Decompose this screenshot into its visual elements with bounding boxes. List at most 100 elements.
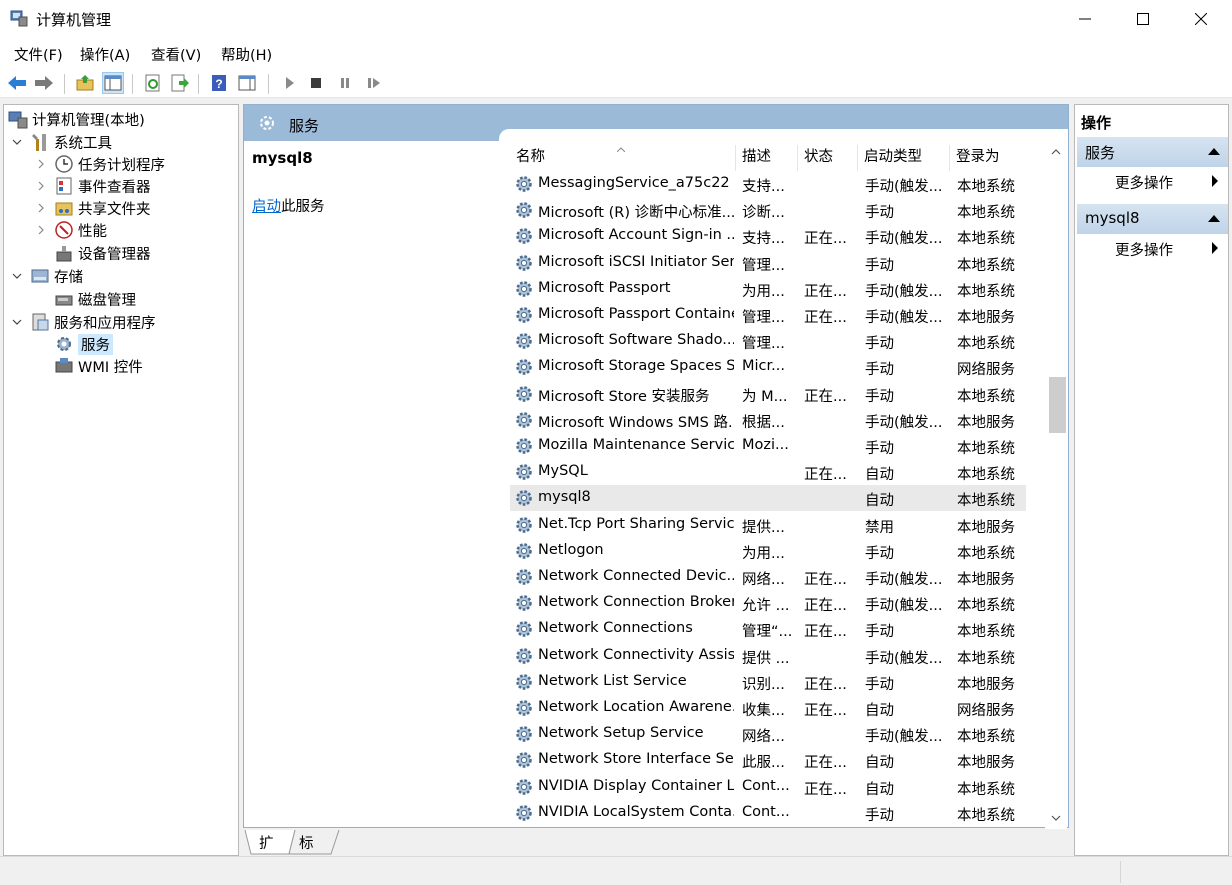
service-row[interactable]: Microsoft Passport 为用... 正在... 手动(触发... 本地系统 [510, 276, 1026, 302]
service-status: 正在... [804, 388, 847, 405]
column-header-startup-type[interactable]: 启动类型 [858, 145, 950, 171]
tree-disk-management[interactable]: 磁盘管理 [54, 288, 136, 310]
service-row[interactable]: Net.Tcp Port Sharing Service 提供... 禁用 本地服务 [510, 512, 1026, 538]
service-row[interactable]: Network Connected Devic... 网络... 正在... 手动(触… [510, 564, 1026, 590]
scrollbar-thumb[interactable] [1049, 377, 1066, 433]
service-row[interactable]: Network Store Interface Se... 此服... 正在... 自… [510, 747, 1026, 773]
close-button[interactable] [1172, 0, 1230, 38]
service-logon: 本地服务 [957, 310, 1015, 326]
column-header-name[interactable]: 名称 [510, 145, 736, 171]
service-row[interactable]: Microsoft Store 安装服务 为 M... 正在... 手动 本地系统 [510, 381, 1026, 407]
service-row[interactable]: Microsoft Storage Spaces S... Micr... 手动 网络… [510, 354, 1026, 380]
minimize-button[interactable] [1056, 0, 1114, 38]
service-startup-type: 自动 [865, 755, 894, 772]
tree-shared-folders[interactable]: 共享文件夹 [54, 197, 151, 219]
service-action: 启动此服务 [252, 195, 325, 216]
chevron-right-icon[interactable] [36, 225, 46, 235]
forward-button[interactable] [33, 72, 55, 94]
service-startup-type: 手动 [865, 205, 894, 222]
service-row[interactable]: Mozilla Maintenance Service Mozi... 手动 本地系统 [510, 433, 1026, 459]
service-row[interactable]: Network Location Awarene... 收集... 正在... 自动 网… [510, 695, 1026, 721]
tree-task-scheduler[interactable]: 任务计划程序 [54, 153, 165, 175]
service-gear-icon [516, 700, 532, 716]
tree-root[interactable]: 计算机管理(本地) [8, 108, 145, 130]
column-header-description[interactable]: 描述 [736, 145, 798, 171]
service-row[interactable]: Network Connection Broker 允许 ... 正在... 手动(触… [510, 590, 1026, 616]
service-description: 根据... [742, 414, 785, 431]
service-row[interactable]: Network List Service 识别... 正在... 手动 本地服务 [510, 669, 1026, 695]
service-description: 网络... [742, 572, 785, 588]
column-header-logon[interactable]: 登录为 [950, 145, 1026, 171]
service-row[interactable]: Microsoft Software Shado... 管理... 手动 本地系统 [510, 328, 1026, 354]
toolbar-separator [64, 74, 65, 94]
more-actions-mysql8[interactable]: 更多操作 [1115, 239, 1173, 260]
start-service-link[interactable]: 启动 [252, 199, 281, 215]
service-startup-type: 禁用 [865, 519, 894, 536]
actions-section-mysql8[interactable]: mysql8 [1077, 204, 1228, 234]
menu-action[interactable]: 操作(A) [80, 44, 130, 65]
shared-folder-icon [55, 202, 73, 216]
chevron-right-icon[interactable] [36, 159, 46, 169]
service-row[interactable]: mysql8 自动 本地系统 [510, 485, 1026, 512]
tree-wmi-control[interactable]: WMI 控件 [54, 355, 143, 377]
column-header-status[interactable]: 状态 [798, 145, 858, 171]
service-name: MySQL [538, 463, 588, 480]
pause-service-button[interactable] [334, 72, 356, 94]
tree-event-viewer[interactable]: 事件查看器 [54, 175, 151, 197]
service-row[interactable]: Microsoft Account Sign-in ... 支持... 正在... 手… [510, 223, 1026, 249]
service-row[interactable]: Microsoft Passport Container 管理... 正在... 手动… [510, 302, 1026, 328]
chevron-down-icon[interactable] [12, 271, 22, 281]
minimize-icon [1079, 18, 1091, 20]
stop-service-button[interactable] [305, 72, 327, 94]
export-button[interactable] [169, 72, 191, 94]
service-description: 收集... [742, 703, 785, 719]
service-row[interactable]: MySQL 正在... 自动 本地系统 [510, 459, 1026, 485]
chevron-right-icon[interactable] [36, 181, 46, 191]
service-description: 为用... [742, 283, 785, 300]
service-row[interactable]: Network Connections 管理“... 正在... 手动 本地系统 [510, 616, 1026, 642]
service-row[interactable]: NVIDIA Display Container LS Cont... 正在... 自… [510, 774, 1026, 800]
chevron-down-icon[interactable] [12, 317, 22, 327]
tree-system-tools[interactable]: 系统工具 [30, 131, 112, 153]
chevron-down-icon[interactable] [12, 137, 22, 147]
service-status: 正在... [804, 755, 847, 772]
start-service-button[interactable] [278, 72, 300, 94]
maximize-button[interactable] [1114, 0, 1172, 38]
menu-help[interactable]: 帮助(H) [221, 44, 272, 65]
service-row[interactable]: Netlogon 为用... 手动 本地系统 [510, 538, 1026, 564]
tree-performance[interactable]: 性能 [54, 219, 107, 241]
service-row[interactable]: NVIDIA LocalSystem Conta... Cont... 手动 本地系统 [510, 800, 1026, 826]
vertical-scrollbar[interactable] [1045, 139, 1067, 829]
tree-services-and-apps[interactable]: 服务和应用程序 [30, 311, 156, 333]
service-row[interactable]: Network Connectivity Assis... 提供 ... 手动(触发… [510, 643, 1026, 669]
more-actions-services[interactable]: 更多操作 [1115, 172, 1173, 193]
storage-icon [31, 269, 49, 283]
tab-standard[interactable]: 标准 [289, 830, 324, 873]
restart-service-button[interactable] [363, 72, 385, 94]
tree-storage[interactable]: 存储 [30, 265, 83, 287]
service-row[interactable]: Microsoft (R) 诊断中心标准... 诊断... 手动 本地系统 [510, 197, 1026, 223]
up-folder-button[interactable] [74, 72, 96, 94]
tab-extended[interactable]: 扩展 [249, 830, 284, 873]
service-row[interactable]: MessagingService_a75c22 支持... 手动(触发... 本地系统 [510, 171, 1026, 197]
chevron-right-icon[interactable] [36, 203, 46, 213]
tree-device-manager[interactable]: 设备管理器 [54, 242, 151, 264]
menu-view[interactable]: 查看(V) [151, 44, 201, 65]
properties-button[interactable] [236, 72, 258, 94]
scroll-down-icon[interactable] [1051, 813, 1061, 823]
service-row[interactable]: Microsoft Windows SMS 路... 根据... 手动(触发... 本… [510, 407, 1026, 433]
service-description: 管理... [742, 257, 785, 274]
refresh-button[interactable] [142, 72, 164, 94]
back-button[interactable] [6, 72, 28, 94]
service-logon: 本地系统 [957, 493, 1015, 510]
service-description: Cont... [742, 803, 790, 820]
service-gear-icon [516, 778, 532, 795]
help-button[interactable]: ? [208, 72, 230, 94]
tree-services[interactable]: 服务 [54, 333, 113, 355]
scroll-up-icon[interactable] [1051, 147, 1061, 157]
menu-file[interactable]: 文件(F) [14, 44, 63, 65]
service-row[interactable]: Microsoft iSCSI Initiator Ser... 管理... 手动 本… [510, 250, 1026, 276]
service-row[interactable]: Network Setup Service 网络... 手动(触发... 本地系统 [510, 721, 1026, 747]
show-hide-tree-button[interactable] [102, 72, 124, 94]
actions-section-services[interactable]: 服务 [1077, 137, 1228, 167]
